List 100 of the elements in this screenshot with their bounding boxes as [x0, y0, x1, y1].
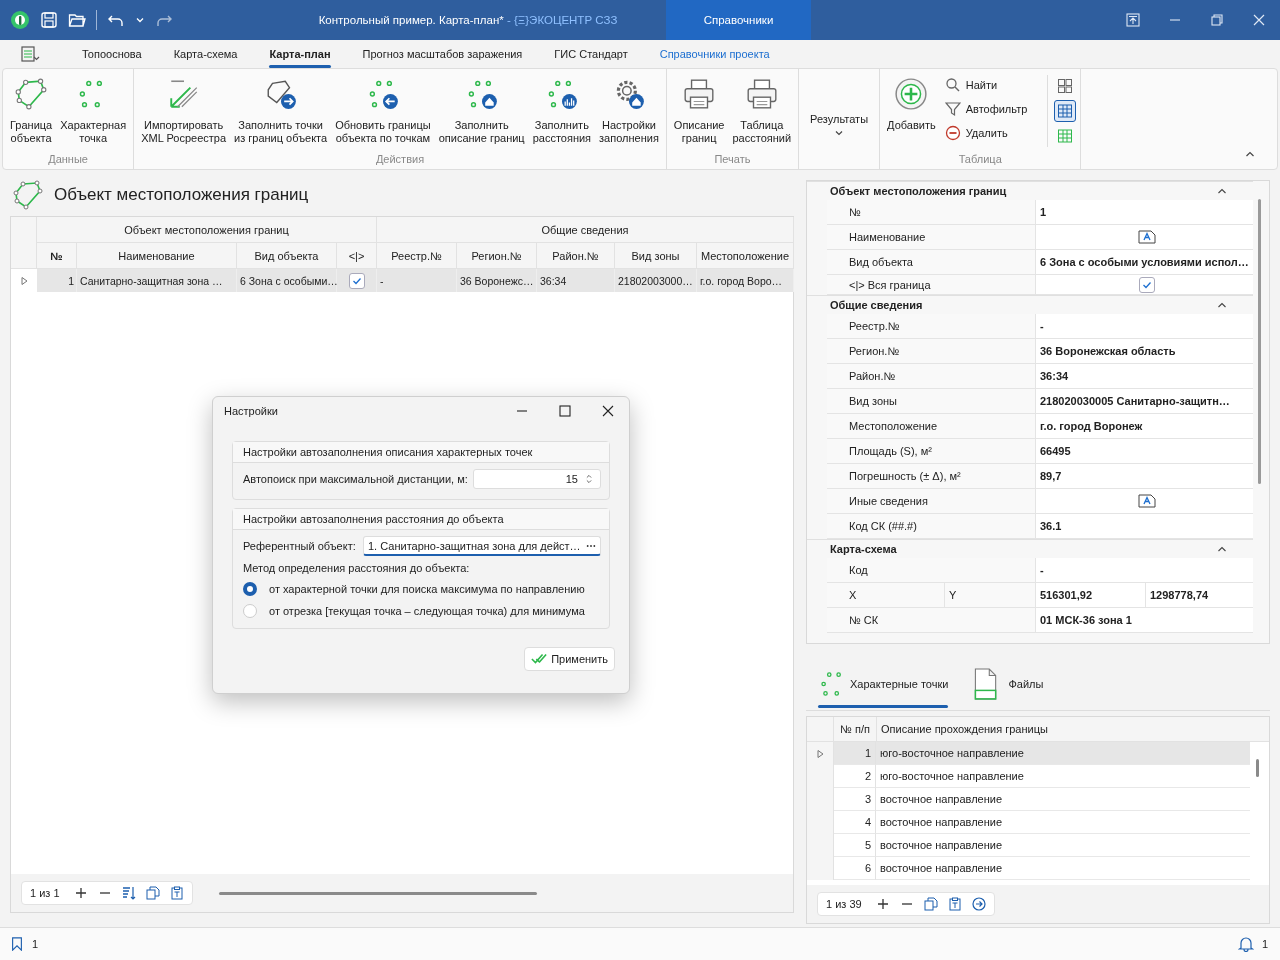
polygon-icon: [12, 179, 44, 211]
ribbon-tab[interactable]: ГИС Стандарт: [538, 40, 644, 68]
column-header[interactable]: Вид объекта: [237, 243, 337, 269]
restore-icon[interactable]: [1210, 13, 1224, 27]
detail-tab[interactable]: Характерные точки: [814, 662, 953, 706]
chevron-icon[interactable]: [1217, 300, 1227, 310]
save-icon[interactable]: [40, 11, 58, 29]
detail-tab[interactable]: Файлы: [966, 662, 1048, 706]
field-label: Автопоиск при максимальной дистанции, м:: [243, 473, 468, 485]
clipboard-icon[interactable]: [947, 897, 962, 911]
table-cell: 5: [834, 834, 876, 857]
column-header[interactable]: Местоположение: [697, 243, 794, 269]
property-label: Код СК (##.#): [849, 520, 917, 532]
group-label: Данные: [47, 153, 89, 167]
table-cell: 1: [37, 269, 77, 292]
folder-icon[interactable]: [68, 11, 86, 29]
ribbon-tab[interactable]: Прогноз масштабов заражения: [346, 40, 539, 68]
ribbon-button[interactable]: Импортировать XML Росреестра: [138, 75, 230, 147]
property-label: <|> Вся граница: [849, 278, 931, 291]
menu-icon[interactable]: [20, 45, 40, 63]
radio-label[interactable]: от характерной точки для поиска максимума по направлению: [269, 583, 585, 595]
column-header[interactable]: Описание прохождения границы: [877, 717, 1251, 741]
printer-icon: [682, 77, 717, 111]
add-icon[interactable]: [73, 886, 88, 900]
column-header[interactable]: Район.№: [537, 243, 615, 269]
apply-button[interactable]: Применить: [524, 647, 615, 671]
property-label: Погрешность (± Δ), м²: [849, 470, 961, 482]
ribbon-button[interactable]: Заполнить описание границ: [435, 75, 528, 147]
window-pin-icon[interactable]: [1126, 13, 1140, 27]
ribbon-button[interactable]: Обновить границы объекта по точкам: [332, 75, 434, 147]
polygon-icon: [14, 77, 49, 111]
context-tab[interactable]: Справочники: [666, 0, 811, 40]
copy-icon[interactable]: [923, 897, 938, 911]
ribbon-small-button[interactable]: Автофильтр: [944, 101, 1028, 117]
ribbon-tab[interactable]: Карта-схема: [157, 40, 254, 68]
radio-label[interactable]: от отрезка [текущая точка – следующая точка) для минимума: [269, 605, 585, 617]
property-value: -: [1040, 564, 1044, 576]
section-title: Объект местоположения границ: [830, 185, 1007, 197]
column-header[interactable]: № п/п: [834, 717, 877, 741]
property-label: Площадь (S), м²: [849, 445, 932, 457]
collapse-icon[interactable]: [1245, 149, 1255, 159]
view-toggle[interactable]: [1054, 100, 1077, 122]
copy-icon[interactable]: [145, 886, 160, 900]
close-icon[interactable]: [601, 404, 615, 418]
maximize-icon[interactable]: [558, 404, 572, 418]
scrollbar[interactable]: [218, 891, 537, 895]
column-header[interactable]: №: [37, 243, 77, 269]
property-value: г.о. город Воронеж: [1040, 420, 1143, 432]
table-cell: восточное направление: [876, 834, 1250, 857]
ribbon-tab[interactable]: Топооснова: [66, 40, 158, 68]
column-header[interactable]: Регион.№: [457, 243, 537, 269]
property-label: Наименование: [849, 231, 926, 243]
caret-icon[interactable]: [135, 15, 145, 25]
scrollbar[interactable]: [1258, 199, 1261, 484]
ribbon-button[interactable]: Заполнить расстояния: [529, 75, 595, 147]
ribbon-button[interactable]: Таблица расстояний: [729, 75, 795, 147]
property-value: 66495: [1040, 445, 1071, 457]
table-cell: восточное направление: [876, 788, 1250, 811]
ribbon-button[interactable]: Добавить: [884, 75, 939, 134]
number-field[interactable]: 15: [473, 469, 601, 489]
note-icon[interactable]: [1137, 230, 1156, 244]
chevron-icon[interactable]: [1217, 186, 1227, 196]
ribbon-button[interactable]: Настройки заполнения: [596, 75, 662, 147]
property-label: № СК: [849, 614, 879, 626]
column-header[interactable]: Наименование: [77, 243, 237, 269]
column-header[interactable]: Реестр.№: [377, 243, 457, 269]
reference-field[interactable]: 1. Санитарно-защитная зона для дейст…: [363, 536, 601, 556]
ribbon-small-button[interactable]: Удалить: [944, 125, 1028, 141]
arrow-circle-icon[interactable]: [971, 897, 986, 911]
ribbon-button[interactable]: Заполнить точки из границ объекта: [231, 75, 331, 147]
bookmark-icon[interactable]: [10, 937, 24, 951]
ribbon-button[interactable]: Описание границ: [670, 75, 728, 147]
scrollbar[interactable]: [1256, 759, 1259, 777]
ribbon-button[interactable]: Граница объекта: [7, 75, 56, 147]
clipboard-icon[interactable]: [169, 886, 184, 900]
chevron-icon[interactable]: [1217, 544, 1227, 554]
sort-icon[interactable]: [121, 886, 136, 900]
checkbox[interactable]: [1138, 276, 1155, 293]
checkbox[interactable]: [349, 272, 365, 289]
column-header[interactable]: <|>: [337, 243, 377, 269]
panel-title: Объект местоположения границ: [54, 185, 309, 205]
property-label: Вид объекта: [849, 256, 913, 268]
page-counter: 1 из 1: [30, 887, 60, 899]
table-cell: юго-восточное направление: [876, 742, 1250, 765]
property-value: 89,7: [1040, 470, 1062, 482]
column-header[interactable]: Вид зоны: [615, 243, 697, 269]
ribbon-tab[interactable]: Справочники проекта: [643, 40, 786, 68]
ribbon-button[interactable]: Характерная точка: [57, 75, 130, 147]
bell-icon[interactable]: [1237, 936, 1254, 952]
property-value: 01 МСК-36 зона 1: [1040, 614, 1132, 626]
dropdown-button[interactable]: Результаты: [803, 75, 876, 140]
table-cell: 36:34: [537, 269, 615, 292]
notification-count: 1: [1261, 938, 1268, 950]
add-icon[interactable]: [875, 897, 890, 911]
property-value: 516301,92: [1040, 583, 1146, 607]
radio-button[interactable]: [243, 582, 257, 596]
ribbon-small-button[interactable]: Найти: [944, 77, 1028, 93]
property-label: Регион.№: [849, 345, 900, 357]
note-icon[interactable]: [1137, 494, 1156, 508]
ribbon-tab[interactable]: Карта-план: [253, 40, 347, 68]
